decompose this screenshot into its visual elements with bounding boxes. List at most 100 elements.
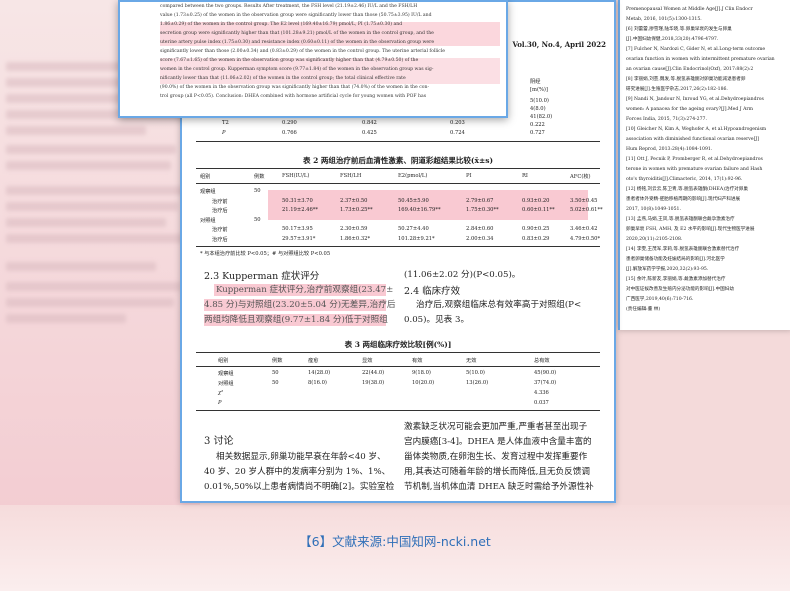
reference-line: [15] 余叶,陈新友,李丽娟,等.雌激素添加替代治疗 bbox=[626, 277, 726, 282]
abstract-line: score (7.67±1.65) of the women in the ob… bbox=[160, 58, 419, 63]
discussion-left-line: 0.01%,50%以上患者病情尚不明确[2]。实验室检 bbox=[204, 482, 395, 492]
reference-line: [6] 刘蕾蕾,廖雪瑾,陆华晓,等.卵巢早衰的发生与卵巢 bbox=[626, 27, 732, 32]
table3-header-cell: 总有效 bbox=[534, 358, 550, 364]
table2-cell: 5.02±0.61** bbox=[570, 207, 603, 213]
table2-cell: 101.28±9.21* bbox=[398, 235, 435, 242]
abstract-line: women in the control group. Kupperman sy… bbox=[160, 67, 434, 72]
table2-cell: 2.30±0.59 bbox=[340, 226, 368, 232]
table2-cell: 50 bbox=[254, 216, 261, 223]
table2-cell: 2.00±0.34 bbox=[466, 235, 494, 242]
reference-line: [12] 杨铭,刘云云,陈卫青,等.脱氢表雄酮(DHEA)治疗对卵巢 bbox=[626, 187, 748, 192]
section-2-3-line: Kupperman 症状评分,治疗前观察组(23.47± bbox=[216, 285, 394, 295]
table2-cell: 治疗前 bbox=[212, 227, 228, 233]
discussion-left-line: 40 岁、20 岁人群中的发病率分别为 1%、1%、 bbox=[204, 467, 391, 477]
reference-line: 2017, 10(8):1049-1051. bbox=[626, 207, 681, 212]
abstract-line: value (1.73±0.25) of the women in the ob… bbox=[160, 13, 432, 18]
section-2-4-line: 0.05)。见表 3。 bbox=[404, 315, 470, 325]
table2-cell: 50.27±4.40 bbox=[398, 226, 429, 232]
table3-cell: 10(20.0) bbox=[412, 380, 435, 386]
reference-line: Metab, 2016, 101(5):1300-1315. bbox=[626, 17, 702, 22]
reference-line: oto's thyroiditis[J].Climacteric, 2014, … bbox=[626, 177, 743, 182]
discussion-right-line: 甾体类物质,在卵泡生长、发育过程中发挥重要作 bbox=[404, 452, 588, 462]
abstract-line: nificantly lower than that (11.06±2.02) … bbox=[160, 76, 406, 81]
table2-cell: 1.73±0.25** bbox=[340, 207, 373, 213]
table3-cell: 45(90.0) bbox=[534, 370, 557, 376]
table3-cell: 37(74.0) bbox=[534, 380, 557, 386]
reference-line: [14] 李雯,王茂军,李莉,等.脱氢表雄酮联合激素替代治疗 bbox=[626, 247, 740, 252]
abstract-line: secretion group were significantly highe… bbox=[160, 31, 434, 36]
discussion-right-line: 用,其表达可随着年龄的增长而降低,且无负反馈调 bbox=[404, 467, 590, 477]
table2-cell: 1.86±0.32* bbox=[340, 235, 371, 242]
table3-cell: 8(16.0) bbox=[308, 380, 327, 386]
reference-line: (责任编辑:董 林) bbox=[626, 307, 661, 312]
discussion-right-line: 宫内膜癌[3-4]。DHEA 是人体血液中含量丰富的 bbox=[404, 437, 592, 447]
table2-header-cell: 例数 bbox=[254, 174, 265, 180]
reference-line: 卵巢早衰 FSH, AMH, 及 E2 水平的影响[J].现代生物医学进展 bbox=[626, 227, 755, 232]
table2-cell: 0.60±0.11** bbox=[522, 207, 555, 213]
section-2-3-heading: 2.3 Kupperman 症状评分 bbox=[204, 271, 320, 282]
table3-caption: 表 3 两组临床疗效比较[例(%)] bbox=[344, 340, 452, 349]
section-2-4-line: 治疗后,观察组临床总有效率高于对照组(P< bbox=[416, 300, 582, 310]
table2-cell: 2.37±0.50 bbox=[340, 197, 368, 204]
abstract-line: 1.86±0.29) of the women in the control g… bbox=[160, 22, 403, 27]
table2-cell: 50 bbox=[254, 188, 261, 194]
table3-cell: 50 bbox=[272, 380, 279, 386]
discussion-left-line: 相关数据显示,卵巢功能早衰在年龄<40 岁、 bbox=[216, 452, 386, 462]
table2-cell: 4.79±0.50* bbox=[570, 235, 601, 242]
top-page-abstract: compared between the two groups. Results… bbox=[118, 0, 508, 118]
table2-cell: 2.79±0.67 bbox=[466, 197, 494, 204]
section-2-3-line: 4.85 分)与对照组(23.20±5.04 分)无差异,治疗后 bbox=[204, 300, 396, 310]
table2-header-cell: FSH(IU/L) bbox=[282, 173, 310, 179]
table1-right-values: 5(10.0) 4(8.0) 41(82.0) 0.222 bbox=[530, 98, 553, 128]
table2-header-cell: E2(pmol/L) bbox=[398, 173, 428, 179]
reference-line: [J].中国妇幼保健,2018,33(20):4796-4797. bbox=[626, 37, 719, 42]
table2-cell: 对照组 bbox=[200, 217, 216, 224]
table3-cell: 5(10.0) bbox=[466, 370, 485, 376]
table3-cell: P bbox=[218, 400, 222, 406]
table2-cell: 169.40±16.79** bbox=[398, 207, 441, 213]
table2-header-cell: 组别 bbox=[200, 174, 211, 180]
table2-note: * 与本组治疗前比较 P<0.05；# 与对照组比较 P<0.05 bbox=[200, 251, 331, 257]
reference-line: Premenopausal Women at Middle Age[J].J C… bbox=[626, 7, 753, 12]
table3-header-cell: 无效 bbox=[466, 358, 477, 364]
table3-cell: 4.336 bbox=[534, 390, 549, 396]
section-2-4-pre: (11.06±2.02 分)(P<0.05)。 bbox=[404, 270, 521, 280]
table2-cell: 50.17±3.95 bbox=[282, 226, 313, 232]
reference-line: [8] 李丽娟,刘芸,魏发,等.脱氢表雄酮对卵巢功能减退患者卵 bbox=[626, 77, 746, 82]
reference-line: [9] Nandi N, Jandour N, Inroud YG, et al… bbox=[626, 97, 764, 102]
table2-cell: 50.45±5.90 bbox=[398, 197, 429, 204]
table3-cell: χ² bbox=[218, 390, 224, 396]
table3-header-cell: 痊愈 bbox=[308, 358, 319, 364]
section-2-4-heading: 2.4 临床疗效 bbox=[404, 286, 461, 297]
table2-cell: 29.57±3.91* bbox=[282, 235, 316, 242]
discussion-right-line: 节机制,当机体血清 DHEA 缺乏时需给予外源性补 bbox=[404, 482, 594, 492]
table2-highlight bbox=[268, 190, 588, 220]
reference-line: 2020,20(11):2105-2108. bbox=[626, 237, 683, 242]
reference-line: women: A panacea for the ageing ovary?[J… bbox=[626, 107, 753, 112]
right-page-references: Premenopausal Women at Middle Age[J].J C… bbox=[618, 0, 790, 330]
table2-cell: 治疗前 bbox=[212, 198, 228, 205]
source-credit: 【6】文献来源:中国知网-ncki.net bbox=[299, 534, 491, 549]
reference-line: 患者者体外受精-胚胎移植周期的影响[J].现代妇产科进展 bbox=[626, 197, 741, 202]
reference-line: Forces India, 2015, 71(3):274-277. bbox=[626, 117, 707, 122]
table3-cell: 观察组 bbox=[218, 371, 234, 377]
table3-cell: 14(28.0) bbox=[308, 370, 331, 376]
reference-line: ovarian function in women with intermitt… bbox=[626, 57, 775, 62]
table2-cell: 50.31±3.70 bbox=[282, 197, 313, 204]
reference-line: 研究进展[J].生殖医学杂志,2017,26(2):182-186. bbox=[626, 87, 728, 92]
table3-cell: 对照组 bbox=[218, 381, 234, 387]
reference-line: Hum Reprod, 2013:28(4):1084-1091. bbox=[626, 147, 713, 152]
table3-header-cell: 组别 bbox=[218, 358, 229, 364]
reference-line: [7] Fulcher N, Nardozi C, Gider N, et al… bbox=[626, 47, 766, 52]
reference-line: 对中医证候改善及生殖内分泌功能的影响[J].中国妇幼 bbox=[626, 287, 734, 292]
table2-header-cell: PI bbox=[466, 173, 472, 179]
abstract-line: trol group (all P<0.05). Conclusion: DHE… bbox=[160, 94, 427, 99]
journal-header: Vol.30, No.4, April 2022 bbox=[512, 40, 606, 49]
table3-header-cell: 有效 bbox=[412, 358, 423, 364]
reference-line: 广西医学,2019,40(6):710-716. bbox=[626, 297, 694, 302]
discussion-heading: 3 讨论 bbox=[204, 436, 234, 447]
discussion-right-line: 激素缺乏状况可能会更加严重,严重者甚至出现子 bbox=[404, 422, 588, 432]
reference-line: terone in women with premature ovarian f… bbox=[626, 167, 763, 172]
table3-cell: 9(18.0) bbox=[412, 370, 431, 376]
abstract-line: (90.0%) of the women in the observation … bbox=[160, 85, 430, 90]
